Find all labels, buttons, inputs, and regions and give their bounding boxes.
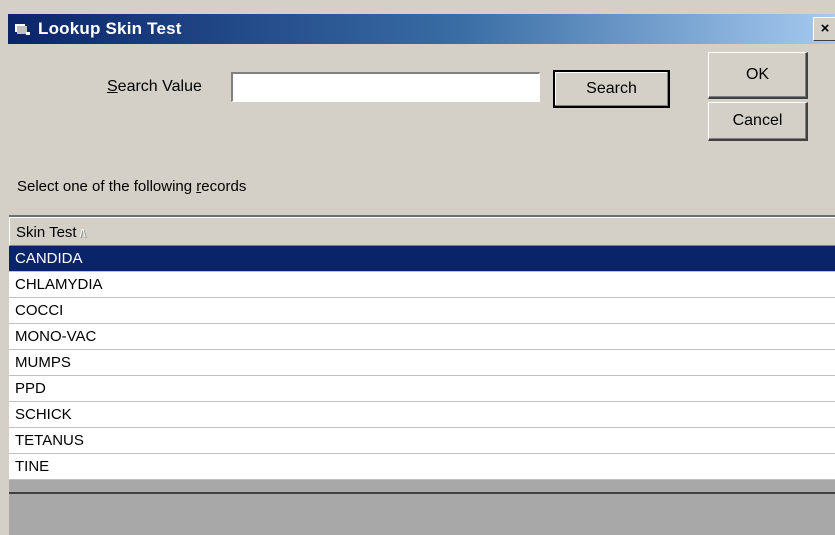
column-header-skin-test[interactable]: Skin Test/\: [9, 217, 835, 246]
window-title: Lookup Skin Test: [38, 19, 182, 38]
app-icon: [14, 22, 32, 36]
search-button-label: Search: [586, 80, 637, 97]
list-item[interactable]: PPD: [9, 376, 835, 402]
ok-button-label: OK: [745, 66, 770, 83]
cancel-button[interactable]: Cancel: [708, 102, 808, 141]
list-rows: CANDIDA CHLAMYDIA COCCI MONO-VAC MUMPS P…: [9, 246, 835, 480]
close-button[interactable]: ×: [813, 17, 835, 41]
list-item[interactable]: CHLAMYDIA: [9, 272, 835, 298]
list-item[interactable]: MONO-VAC: [9, 324, 835, 350]
list-item[interactable]: COCCI: [9, 298, 835, 324]
search-input[interactable]: [231, 72, 540, 102]
list-item[interactable]: TETANUS: [9, 428, 835, 454]
search-button[interactable]: Search: [553, 70, 670, 108]
list-empty-area: [9, 492, 835, 535]
instruction-text: Select one of the following records: [17, 178, 246, 195]
records-list[interactable]: Skin Test/\ CANDIDA CHLAMYDIA COCCI MONO…: [9, 215, 835, 535]
ok-button[interactable]: OK: [708, 52, 808, 99]
cancel-button-label: Cancel: [732, 112, 783, 129]
close-icon: ×: [820, 20, 830, 37]
search-label-mnemonic: S: [107, 78, 118, 95]
column-header-label: Skin Test: [16, 224, 77, 241]
list-item[interactable]: TINE: [9, 454, 835, 480]
instruction-prefix: Select one of the following: [17, 178, 197, 195]
title-bar[interactable]: Lookup Skin Test ×: [8, 14, 835, 44]
sort-ascending-icon: /\: [79, 228, 86, 240]
search-value-label: Search Value: [107, 78, 202, 96]
search-label-text: earch Value: [117, 78, 202, 95]
lookup-dialog: Lookup Skin Test × Search Value Search O…: [0, 0, 835, 535]
list-item[interactable]: MUMPS: [9, 350, 835, 376]
instruction-suffix: ecords: [201, 178, 247, 195]
list-item[interactable]: CANDIDA: [9, 246, 835, 272]
list-item[interactable]: SCHICK: [9, 402, 835, 428]
